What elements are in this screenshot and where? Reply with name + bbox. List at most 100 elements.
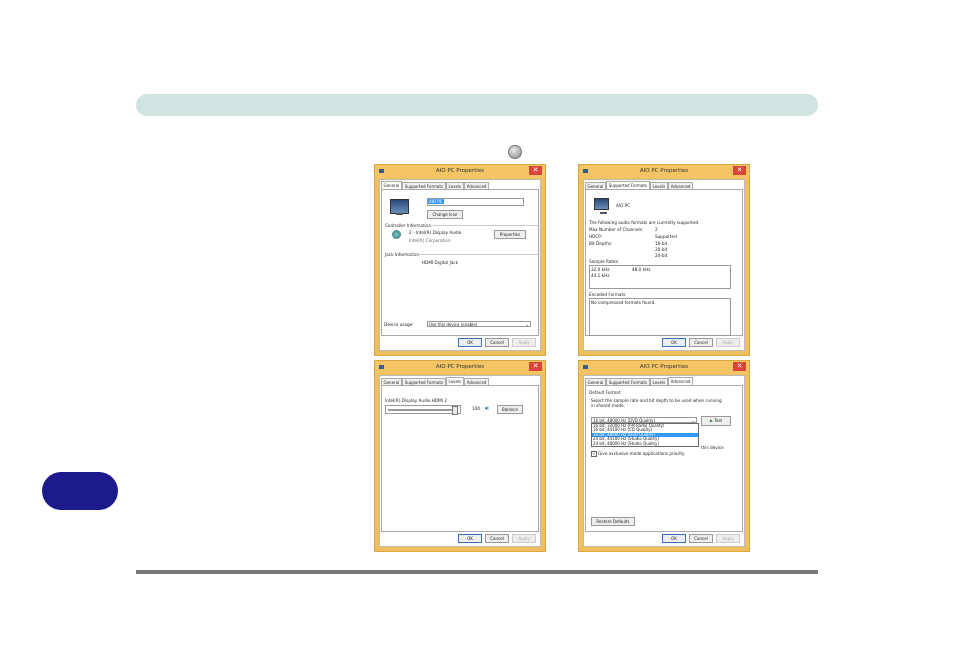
hdcp-value: Supported bbox=[655, 234, 677, 239]
encoded-formats-value: No compressed formats found. bbox=[591, 300, 656, 305]
device-usage-select[interactable]: Use this device (enable) ⌄ bbox=[427, 321, 531, 327]
speaker-icon bbox=[508, 145, 522, 159]
ok-button[interactable]: OK bbox=[458, 534, 482, 543]
dialog-body: General Supported Formats Levels Advance… bbox=[379, 375, 541, 547]
dialog-buttons: OK Cancel Apply bbox=[662, 534, 740, 543]
close-button[interactable]: ✕ bbox=[733, 166, 746, 175]
divider bbox=[408, 254, 541, 255]
sample-rate-item: 32.0 kHz bbox=[591, 267, 610, 272]
sample-rates-list[interactable]: 32.0 kHz 48.0 kHz 44.1 kHz bbox=[589, 265, 731, 289]
bit-depths-label: Bit Depths: bbox=[589, 241, 613, 246]
dialog-body: General Supported Formats Levels Advance… bbox=[583, 375, 745, 547]
ok-button[interactable]: OK bbox=[662, 338, 686, 347]
apply-button[interactable]: Apply bbox=[716, 534, 740, 543]
balance-button[interactable]: Balance bbox=[497, 405, 523, 414]
controller-name: 2 - Intel(R) Display Audio bbox=[409, 230, 462, 235]
test-button[interactable]: ▶ Test bbox=[701, 416, 731, 426]
exclusive-priority-label: Give exclusive mode applications priorit… bbox=[598, 451, 685, 456]
device-usage-label: Device usage: bbox=[384, 322, 414, 327]
tab-panel: AIO PC Change Icon Controller Informatio… bbox=[381, 189, 541, 336]
bit-depth-item: 20-bit bbox=[655, 247, 668, 252]
dialog-title: AIO PC Properties bbox=[435, 364, 485, 370]
max-channels-value: 2 bbox=[655, 227, 658, 232]
device-name-input[interactable]: AIO PC bbox=[427, 198, 524, 206]
dialog-title: AIO PC Properties bbox=[639, 168, 689, 174]
sample-rate-item: 44.1 kHz bbox=[591, 273, 610, 278]
chevron-down-icon: ⌄ bbox=[525, 322, 529, 327]
default-format-label: Default Format bbox=[589, 390, 621, 395]
device-name-value: AIO PC bbox=[428, 199, 444, 204]
chapter-tab bbox=[42, 472, 118, 510]
default-format-options[interactable]: 16 bit, 32000 Hz (FM Radio Quality) 16 b… bbox=[591, 423, 699, 447]
tab-panel: AIO PC The following audio formats are c… bbox=[585, 189, 743, 336]
tab-strip: General Supported Formats Levels Advance… bbox=[585, 377, 693, 386]
intro-text: The following audio formats are currentl… bbox=[589, 220, 700, 225]
device-label: AIO PC bbox=[616, 203, 631, 208]
exclusive-mode-fragment: this device bbox=[701, 445, 724, 450]
apply-button[interactable]: Apply bbox=[512, 534, 536, 543]
audio-controller-icon bbox=[392, 230, 401, 239]
default-format-description: in shared mode. bbox=[591, 403, 625, 408]
ok-button[interactable]: OK bbox=[458, 338, 482, 347]
sample-rate-item: 48.0 kHz bbox=[632, 267, 651, 272]
divider bbox=[416, 225, 541, 226]
page-header-bar bbox=[136, 94, 818, 116]
encoded-formats-label: Encoded Formats: bbox=[589, 292, 627, 297]
speaker-mute-icon[interactable]: 🔊︎ bbox=[485, 405, 489, 413]
restore-defaults-button[interactable]: Restore Defaults bbox=[591, 517, 635, 526]
tab-strip: General Supported Formats Levels Advance… bbox=[585, 181, 693, 190]
play-icon: ▶ bbox=[709, 418, 713, 423]
dialog-title: AIO PC Properties bbox=[435, 168, 485, 174]
test-button-label: Test bbox=[714, 418, 723, 423]
slider-track bbox=[388, 408, 456, 411]
properties-button[interactable]: Properties bbox=[494, 230, 526, 239]
title-bar: AIO PC Properties ✕ bbox=[579, 165, 749, 178]
dialog-buttons: OK Cancel Apply bbox=[458, 534, 536, 543]
volume-slider[interactable] bbox=[385, 405, 461, 415]
hdcp-label: HDCP: bbox=[589, 234, 603, 239]
encoded-formats-list[interactable]: No compressed formats found. bbox=[589, 298, 731, 336]
cancel-button[interactable]: Cancel bbox=[485, 338, 509, 347]
bit-depth-item: 16-bit bbox=[655, 241, 668, 246]
properties-dialog-levels: AIO PC Properties ✕ General Supported Fo… bbox=[374, 360, 546, 552]
apply-button[interactable]: Apply bbox=[512, 338, 536, 347]
title-bar: AIO PC Properties ✕ bbox=[579, 361, 749, 374]
tab-strip: General Supported Formats Levels Advance… bbox=[381, 377, 489, 386]
format-option[interactable]: 24 bit, 48000 Hz (Studio Quality) bbox=[592, 441, 698, 446]
cancel-button[interactable]: Cancel bbox=[689, 338, 713, 347]
tab-panel: Default Format Select the sample rate an… bbox=[585, 385, 743, 532]
properties-dialog-advanced: AIO PC Properties ✕ General Supported Fo… bbox=[578, 360, 750, 552]
dialog-buttons: OK Cancel Apply bbox=[662, 338, 740, 347]
tab-panel: Intel(R) Display Audio HDMI 2 100 🔊︎ Bal… bbox=[381, 385, 539, 532]
title-bar: AIO PC Properties ✕ bbox=[375, 361, 545, 374]
sample-rates-label: Sample Rates: bbox=[589, 259, 620, 264]
dialog-body: General Supported Formats Levels Advance… bbox=[583, 179, 745, 351]
cancel-button[interactable]: Cancel bbox=[485, 534, 509, 543]
monitor-icon bbox=[594, 198, 609, 214]
max-channels-label: Max Number of Channels: bbox=[589, 227, 644, 232]
properties-dialog-supported-formats: AIO PC Properties ✕ General Supported Fo… bbox=[578, 164, 750, 356]
properties-dialog-general: AIO PC Properties ✕ General Supported Fo… bbox=[374, 164, 546, 356]
cancel-button[interactable]: Cancel bbox=[689, 534, 713, 543]
controller-vendor: Intel(R) Corporation bbox=[409, 238, 451, 243]
device-label: Intel(R) Display Audio HDMI 2 bbox=[385, 398, 447, 403]
dialog-body: General Supported Formats Levels Advance… bbox=[379, 179, 541, 351]
exclusive-priority-checkbox[interactable]: ✓ bbox=[591, 451, 597, 457]
close-button[interactable]: ✕ bbox=[529, 362, 542, 371]
title-bar: AIO PC Properties ✕ bbox=[375, 165, 545, 178]
bit-depth-item: 24-bit bbox=[655, 253, 668, 258]
volume-value: 100 bbox=[472, 406, 480, 411]
ok-button[interactable]: OK bbox=[662, 534, 686, 543]
tab-strip: General Supported Formats Levels Advance… bbox=[381, 181, 489, 190]
jack-value: HDMI Digital Jack bbox=[422, 260, 458, 265]
slider-thumb[interactable] bbox=[452, 406, 458, 415]
close-button[interactable]: ✕ bbox=[733, 362, 746, 371]
apply-button[interactable]: Apply bbox=[716, 338, 740, 347]
footer-rule bbox=[136, 570, 818, 574]
device-usage-value: Use this device (enable) bbox=[429, 322, 478, 327]
dialog-buttons: OK Cancel Apply bbox=[458, 338, 536, 347]
close-button[interactable]: ✕ bbox=[529, 166, 542, 175]
change-icon-button[interactable]: Change Icon bbox=[427, 210, 463, 219]
monitor-icon bbox=[390, 199, 409, 215]
dialog-title: AIO PC Properties bbox=[639, 364, 689, 370]
